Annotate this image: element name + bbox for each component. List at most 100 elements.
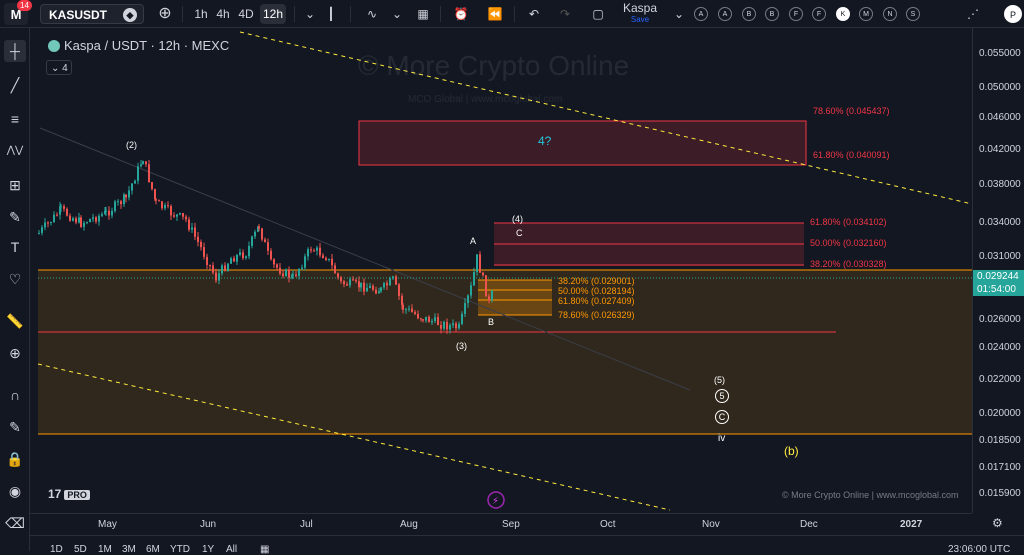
fullscreen-icon[interactable]: ▢ xyxy=(588,4,608,24)
candle-body xyxy=(254,231,256,237)
symbol-search-button[interactable]: KASUSDT ◆ xyxy=(40,4,144,24)
candle-body xyxy=(282,273,284,277)
range-6m[interactable]: 6M xyxy=(146,544,160,555)
candle-body xyxy=(422,319,424,321)
y-tick: 0.015900 xyxy=(979,488,1021,499)
copyright-note: © More Crypto Online | www.mcoglobal.com xyxy=(782,490,959,500)
candle-body xyxy=(310,249,312,251)
candle-body xyxy=(44,222,46,228)
range-all[interactable]: All xyxy=(226,544,237,555)
tool-f-2[interactable]: F xyxy=(812,7,826,21)
wave-b-label: B xyxy=(488,317,495,327)
fib-retracement-icon[interactable]: ≡ xyxy=(4,108,26,130)
chevron-down-icon: ⌄ xyxy=(51,63,60,74)
indicators-toggle[interactable]: ⌄ 4 xyxy=(46,60,72,75)
candle-body xyxy=(218,273,220,281)
candle-body xyxy=(313,250,315,252)
tool-f-1[interactable]: F xyxy=(789,7,803,21)
x-tick: Sep xyxy=(502,519,520,530)
candle-body xyxy=(482,272,484,276)
scroll-tools-icon[interactable]: ⋰ xyxy=(958,4,988,24)
symbol-info-icon[interactable]: ◆ xyxy=(123,8,137,22)
tool-b-2[interactable]: B xyxy=(765,7,779,21)
trash-icon[interactable]: ⌫ xyxy=(4,512,26,534)
templates-icon[interactable]: ▦ xyxy=(414,4,432,24)
gear-icon[interactable]: ⚙ xyxy=(992,516,1003,530)
interval-12h[interactable]: 12h xyxy=(260,4,286,24)
y-tick: 0.024000 xyxy=(979,342,1021,353)
zoom-icon[interactable]: ⊕ xyxy=(4,342,26,364)
candle-body xyxy=(191,227,193,230)
current-price-value: 0.029244 xyxy=(977,271,1019,282)
x-tick: Jul xyxy=(300,519,313,530)
candle-body xyxy=(148,164,150,183)
candle-body xyxy=(203,247,205,257)
y-tick: 0.017100 xyxy=(979,462,1021,473)
tool-n[interactable]: N xyxy=(883,7,897,21)
candle-body xyxy=(414,312,416,314)
calendar-icon[interactable]: ▦ xyxy=(260,544,269,555)
time-axis[interactable]: May Jun Jul Aug Sep Oct Nov Dec 2027 xyxy=(30,513,972,535)
text-icon[interactable]: T xyxy=(4,236,26,258)
interval-1h[interactable]: 1h xyxy=(192,4,210,24)
tool-k[interactable]: K xyxy=(836,7,850,21)
pattern-icon[interactable]: ⋀⋁ xyxy=(4,140,26,162)
candle-body xyxy=(346,284,348,286)
candle-body xyxy=(378,291,380,294)
chevron-down-icon[interactable]: ⌄ xyxy=(390,4,404,24)
replay-icon[interactable]: ⏪ xyxy=(486,4,504,24)
redo-icon[interactable]: ↷ xyxy=(556,4,574,24)
range-3m[interactable]: 3M xyxy=(122,544,136,555)
chevron-down-icon[interactable]: ⌄ xyxy=(672,4,686,24)
heart-icon[interactable]: ♡ xyxy=(4,268,26,290)
prediction-icon[interactable]: ⊞ xyxy=(4,174,26,196)
range-ytd[interactable]: YTD xyxy=(170,544,190,555)
candle-body xyxy=(402,304,404,310)
utc-clock[interactable]: 23:06:00 UTC xyxy=(948,544,1010,555)
crosshair-icon[interactable]: ┼ xyxy=(4,40,26,62)
tool-a-1[interactable]: A xyxy=(694,7,708,21)
interval-4h[interactable]: 4h xyxy=(214,4,232,24)
candles-type-icon[interactable]: ┃ xyxy=(322,4,340,24)
undo-icon[interactable]: ↶ xyxy=(525,4,543,24)
tool-a-2[interactable]: A xyxy=(718,7,732,21)
candle-body xyxy=(63,206,65,209)
eye-icon[interactable]: ◉ xyxy=(4,480,26,502)
chevron-down-icon[interactable]: ⌄ xyxy=(302,4,318,24)
brush-icon[interactable]: ✎ xyxy=(4,206,26,228)
range-5d[interactable]: 5D xyxy=(74,544,87,555)
candle-body xyxy=(425,316,427,321)
fib-label-61-mid: 61.80% (0.034102) xyxy=(810,217,887,227)
tool-s[interactable]: S xyxy=(906,7,920,21)
alert-icon[interactable]: ⏰ xyxy=(452,4,470,24)
candle-body xyxy=(105,210,107,212)
candle-body xyxy=(392,276,394,279)
indicators-icon[interactable]: ∿ xyxy=(362,4,382,24)
candle-body xyxy=(128,190,130,198)
candle-body xyxy=(411,308,413,313)
candle-body xyxy=(41,227,43,233)
profile-avatar[interactable]: P xyxy=(1004,5,1022,23)
range-1m[interactable]: 1M xyxy=(98,544,112,555)
candle-body xyxy=(179,213,181,215)
interval-4d[interactable]: 4D xyxy=(236,4,256,24)
trendline-icon[interactable]: ╱ xyxy=(4,74,26,96)
candle-body xyxy=(325,258,327,260)
magnet-icon[interactable]: ∩ xyxy=(4,384,26,406)
lock-icon[interactable]: 🔒 xyxy=(4,448,26,470)
chart-legend-title[interactable]: Kaspa / USDT · 12h · MEXC xyxy=(64,38,229,53)
range-1d[interactable]: 1D xyxy=(50,544,63,555)
y-tick: 0.046000 xyxy=(979,112,1021,123)
lock-drawings-icon[interactable]: ✎ xyxy=(4,416,26,438)
tool-b-1[interactable]: B xyxy=(742,7,756,21)
candle-body xyxy=(485,275,487,297)
ruler-icon[interactable]: 📏 xyxy=(4,310,26,332)
layout-name[interactable]: Kaspa Save xyxy=(620,2,660,24)
current-price-tag: 0.029244 01:54:00 xyxy=(973,270,1024,296)
candle-body xyxy=(239,252,241,255)
candle-body xyxy=(176,214,178,217)
tool-m[interactable]: M xyxy=(859,7,873,21)
candle-body xyxy=(366,287,368,292)
compare-add-icon[interactable]: ⊕ xyxy=(156,4,174,24)
range-1y[interactable]: 1Y xyxy=(202,544,214,555)
